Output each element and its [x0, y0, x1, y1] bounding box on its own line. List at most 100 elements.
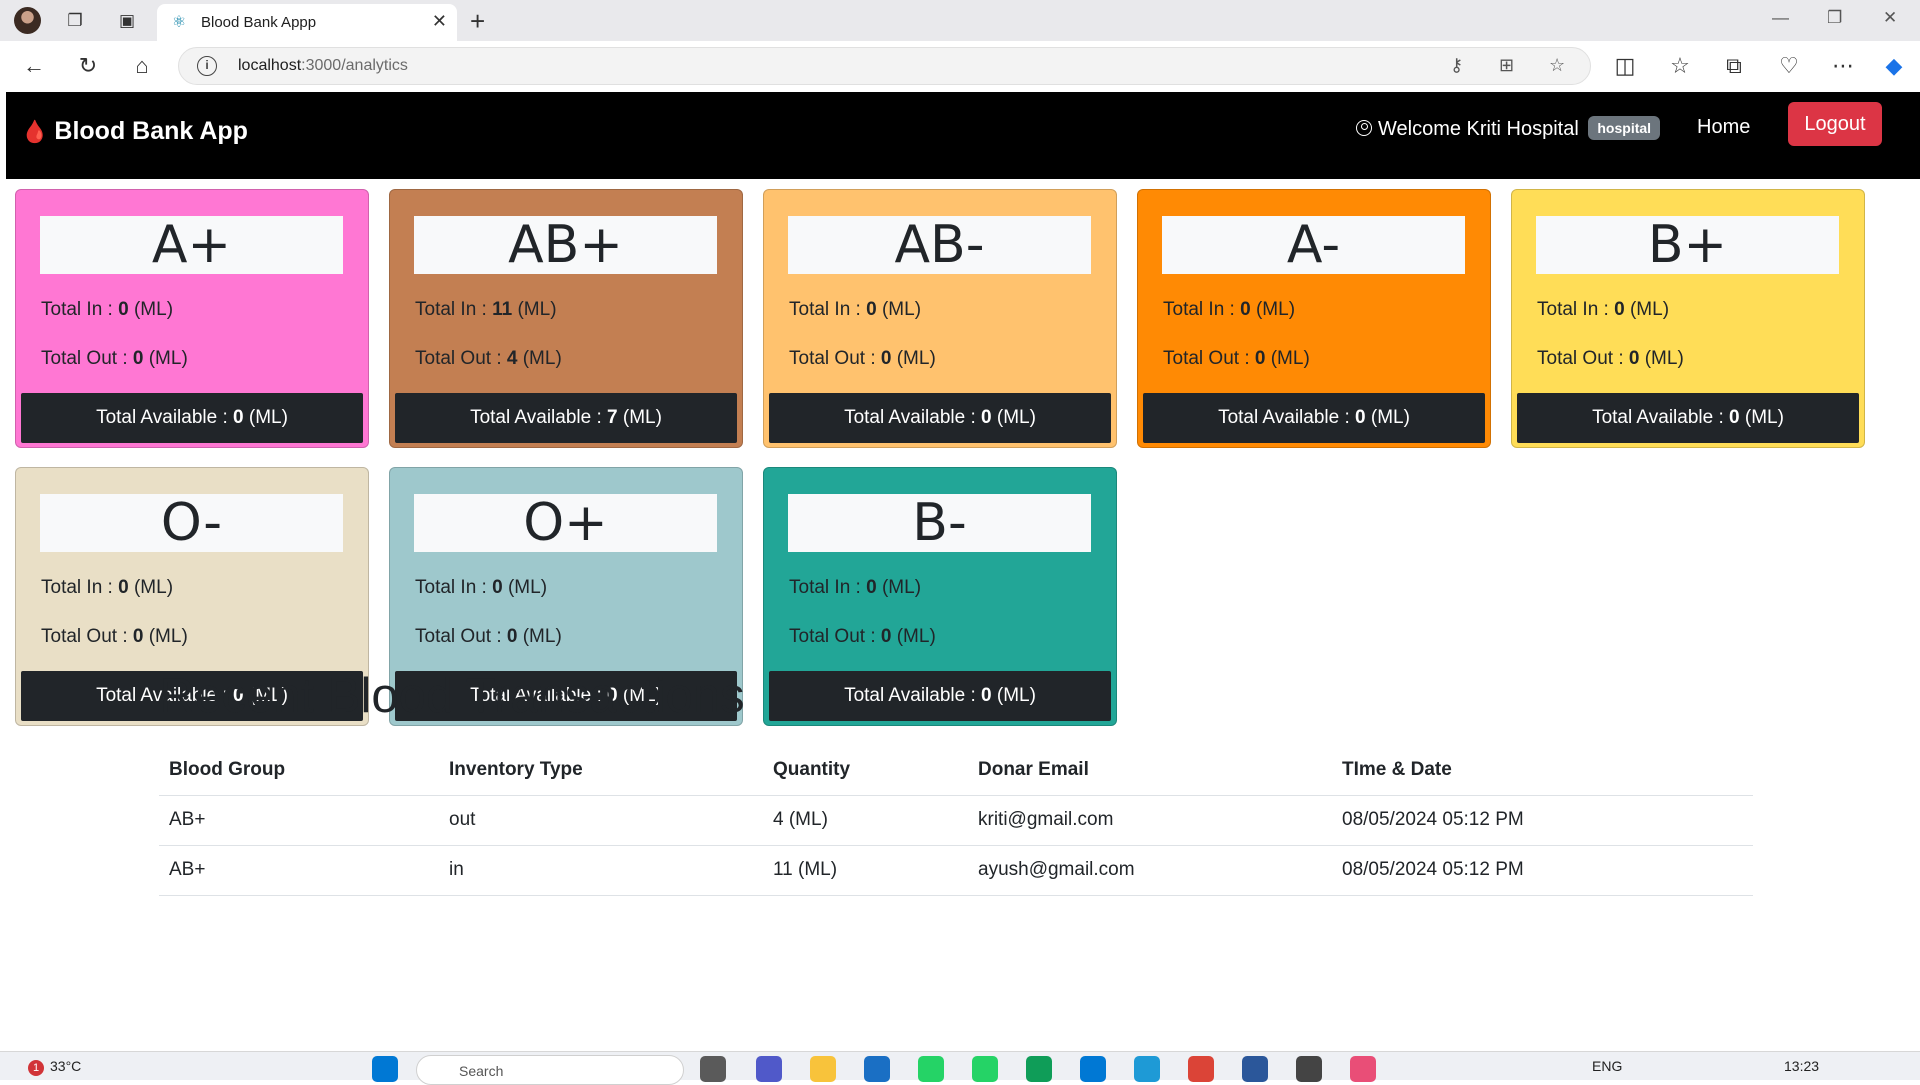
close-window-icon[interactable]: ✕ — [1883, 8, 1897, 28]
column-header: Quantity — [763, 745, 968, 796]
total-out-line: Total Out : 0 (ML) — [41, 348, 188, 369]
column-header: TIme & Date — [1332, 745, 1753, 796]
vertical-tabs-icon[interactable]: ▣ — [115, 9, 139, 33]
column-header: Inventory Type — [439, 745, 763, 796]
brand[interactable]: 🩸 Blood Bank App — [21, 117, 248, 146]
profile-avatar[interactable] — [14, 7, 41, 34]
split-screen-icon[interactable]: ◫ — [1612, 53, 1638, 79]
brand-label: Blood Bank App — [54, 117, 248, 145]
tab-title: Blood Bank Appp — [201, 14, 317, 31]
cell-inventory-type: out — [439, 795, 763, 846]
logout-button[interactable]: Logout — [1788, 102, 1882, 146]
blood-group-title: A+ — [40, 216, 343, 274]
cell-donar-email: ayush@gmail.com — [968, 845, 1332, 896]
task-view-icon[interactable] — [700, 1056, 726, 1082]
browser-essentials-icon[interactable]: ♡ — [1776, 53, 1802, 79]
blood-group-title: O+ — [414, 494, 717, 552]
total-out-line: Total Out : 4 (ML) — [415, 348, 562, 369]
collections-icon[interactable]: ⧉ — [1721, 53, 1747, 79]
file-explorer-icon[interactable] — [810, 1056, 836, 1082]
terminal-icon[interactable] — [1026, 1056, 1052, 1082]
teams-icon[interactable] — [756, 1056, 782, 1082]
blood-card-ab-plus: AB+ Total In : 11 (ML) Total Out : 4 (ML… — [389, 189, 743, 448]
cell-time-date: 08/05/2024 05:12 PM — [1332, 845, 1753, 896]
home-icon[interactable]: ⌂ — [129, 53, 155, 79]
blood-group-title: AB+ — [414, 216, 717, 274]
total-out-line: Total Out : 0 (ML) — [41, 626, 188, 647]
blood-group-title: AB- — [788, 216, 1091, 274]
start-icon[interactable] — [372, 1056, 398, 1082]
minimize-icon[interactable]: — — [1772, 8, 1789, 28]
browser-tab-bar: ❐ ▣ ⚛ Blood Bank Appp ✕ + — ❐ ✕ — [0, 0, 1920, 41]
total-out-line: Total Out : 0 (ML) — [789, 348, 936, 369]
address-bar[interactable]: i localhost:3000/analytics ⚷ ⊞ ☆ — [178, 47, 1591, 85]
password-key-icon[interactable]: ⚷ — [1450, 55, 1463, 76]
store-icon[interactable] — [864, 1056, 890, 1082]
word-icon[interactable] — [1242, 1056, 1268, 1082]
cell-blood-group: AB+ — [159, 795, 439, 846]
favorites-icon[interactable]: ☆ — [1667, 53, 1693, 79]
react-atom-icon: ⚛ — [171, 14, 187, 31]
transactions-table: Blood Group Inventory Type Quantity Dona… — [159, 745, 1753, 896]
url-host: localhost — [238, 57, 302, 74]
windows-taskbar: 1 33°C Search ENG 13:23 — [0, 1051, 1920, 1085]
total-in-line: Total In : 0 (ML) — [41, 577, 174, 598]
column-header: Blood Group — [159, 745, 439, 796]
blood-group-title: A- — [1162, 216, 1465, 274]
total-available-footer: Total Available : 0 (ML) — [1143, 393, 1485, 443]
taskbar-search[interactable]: Search — [416, 1055, 684, 1085]
weather-widget[interactable]: 1 33°C — [28, 1058, 81, 1076]
table-row: AB+ in 11 (ML) ayush@gmail.com 08/05/202… — [159, 845, 1753, 896]
blood-group-title: B+ — [1536, 216, 1839, 274]
table-header-row: Blood Group Inventory Type Quantity Dona… — [159, 745, 1753, 796]
copilot-icon[interactable]: ◆ — [1881, 53, 1907, 79]
restore-icon[interactable]: ❐ — [1827, 8, 1842, 28]
blood-card-ab-minus: AB- Total In : 0 (ML) Total Out : 0 (ML)… — [763, 189, 1117, 448]
blood-card-a-plus: A+ Total In : 0 (ML) Total Out : 0 (ML) … — [15, 189, 369, 448]
app-icon[interactable] — [1296, 1056, 1322, 1082]
url-text[interactable]: localhost:3000/analytics — [238, 57, 408, 75]
more-menu-icon[interactable]: ⋯ — [1830, 53, 1856, 79]
total-available-footer: Total Available : 0 (ML) — [1517, 393, 1859, 443]
site-info-icon[interactable]: i — [197, 56, 217, 76]
cell-quantity: 4 (ML) — [763, 795, 968, 846]
workspaces-icon[interactable]: ❐ — [63, 9, 87, 33]
total-in-line: Total In : 0 (ML) — [415, 577, 548, 598]
welcome-text: Welcome Kriti Hospital — [1378, 118, 1579, 140]
close-tab-icon[interactable]: ✕ — [432, 11, 447, 32]
total-in-line: Total In : 0 (ML) — [41, 299, 174, 320]
home-link[interactable]: Home — [1697, 116, 1750, 139]
whatsapp-business-icon[interactable] — [972, 1056, 998, 1082]
temperature: 33°C — [50, 1058, 82, 1074]
total-available-footer: Total Available : 0 (ML) — [769, 671, 1111, 721]
total-out-line: Total Out : 0 (ML) — [415, 626, 562, 647]
app-page: 🩸 Blood Bank App Welcome Kriti Hospital h… — [6, 92, 1920, 1050]
total-in-line: Total In : 0 (ML) — [789, 299, 922, 320]
cell-time-date: 08/05/2024 05:12 PM — [1332, 795, 1753, 846]
cell-quantity: 11 (ML) — [763, 845, 968, 896]
browser-toolbar: ← ↻ ⌂ i localhost:3000/analytics ⚷ ⊞ ☆ ◫… — [0, 41, 1920, 91]
table-row: AB+ out 4 (ML) kriti@gmail.com 08/05/202… — [159, 795, 1753, 846]
cell-blood-group: AB+ — [159, 845, 439, 896]
whatsapp-icon[interactable] — [918, 1056, 944, 1082]
language-indicator[interactable]: ENG — [1592, 1058, 1622, 1074]
column-header: Donar Email — [968, 745, 1332, 796]
url-path: :3000/analytics — [301, 57, 408, 74]
total-in-line: Total In : 0 (ML) — [1537, 299, 1670, 320]
weather-alert-badge: 1 — [28, 1060, 44, 1076]
role-badge: hospital — [1588, 116, 1661, 140]
app-icon[interactable] — [1350, 1056, 1376, 1082]
clock[interactable]: 13:23 — [1784, 1058, 1819, 1074]
active-tab[interactable]: ⚛ Blood Bank Appp ✕ — [157, 4, 457, 41]
total-in-line: Total In : 11 (ML) — [415, 299, 557, 320]
edge-icon[interactable] — [1134, 1056, 1160, 1082]
favorite-star-icon[interactable]: ☆ — [1549, 55, 1565, 76]
search-placeholder: Search — [459, 1063, 504, 1079]
app-available-icon[interactable]: ⊞ — [1499, 55, 1514, 76]
back-icon[interactable]: ← — [21, 53, 47, 79]
reload-icon[interactable]: ↻ — [75, 53, 101, 79]
vscode-icon[interactable] — [1080, 1056, 1106, 1082]
new-tab-button[interactable]: + — [470, 6, 485, 37]
chrome-icon[interactable] — [1188, 1056, 1214, 1082]
blood-group-title: B- — [788, 494, 1091, 552]
